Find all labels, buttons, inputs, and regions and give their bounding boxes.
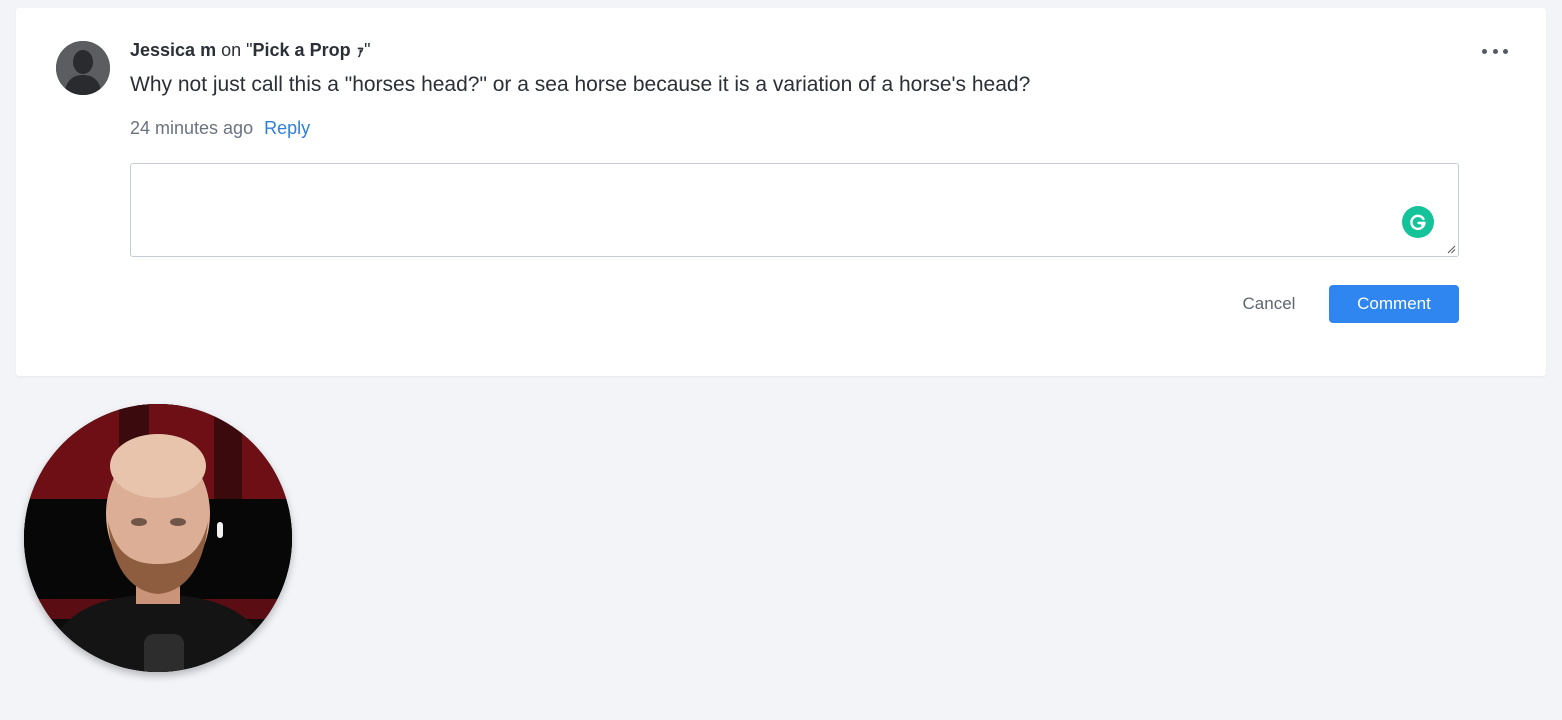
reply-textarea-wrapper [130, 163, 1459, 257]
comment-header: Jessica m on "Pick a Prop ｧ" [130, 39, 370, 63]
comment-card: Jessica m on "Pick a Prop ｧ" Why not just… [16, 8, 1546, 376]
reply-textarea[interactable] [131, 164, 1458, 256]
comment-submit-button[interactable]: Comment [1329, 285, 1459, 323]
comment-author[interactable]: Jessica m [130, 40, 216, 60]
comment-text: Why not just call this a "horses head?" … [130, 73, 1031, 96]
more-options-icon[interactable] [1482, 44, 1508, 58]
comment-meta: 24 minutes ago Reply [130, 116, 310, 140]
prop-link[interactable]: Pick a Prop [253, 40, 351, 60]
on-label: on [221, 40, 242, 60]
resize-handle-icon[interactable] [1446, 244, 1456, 254]
user-avatar[interactable] [56, 41, 110, 95]
reply-link[interactable]: Reply [264, 118, 310, 138]
grammarly-icon[interactable] [1402, 206, 1434, 238]
presenter-video-image [24, 404, 292, 672]
webcam-overlay [24, 404, 292, 672]
close-quote: " [364, 40, 371, 60]
comment-timestamp: 24 minutes ago [130, 118, 254, 138]
default-user-icon [56, 41, 110, 95]
cancel-button[interactable]: Cancel [1226, 285, 1312, 323]
prop-glyph: ｧ [356, 43, 365, 60]
